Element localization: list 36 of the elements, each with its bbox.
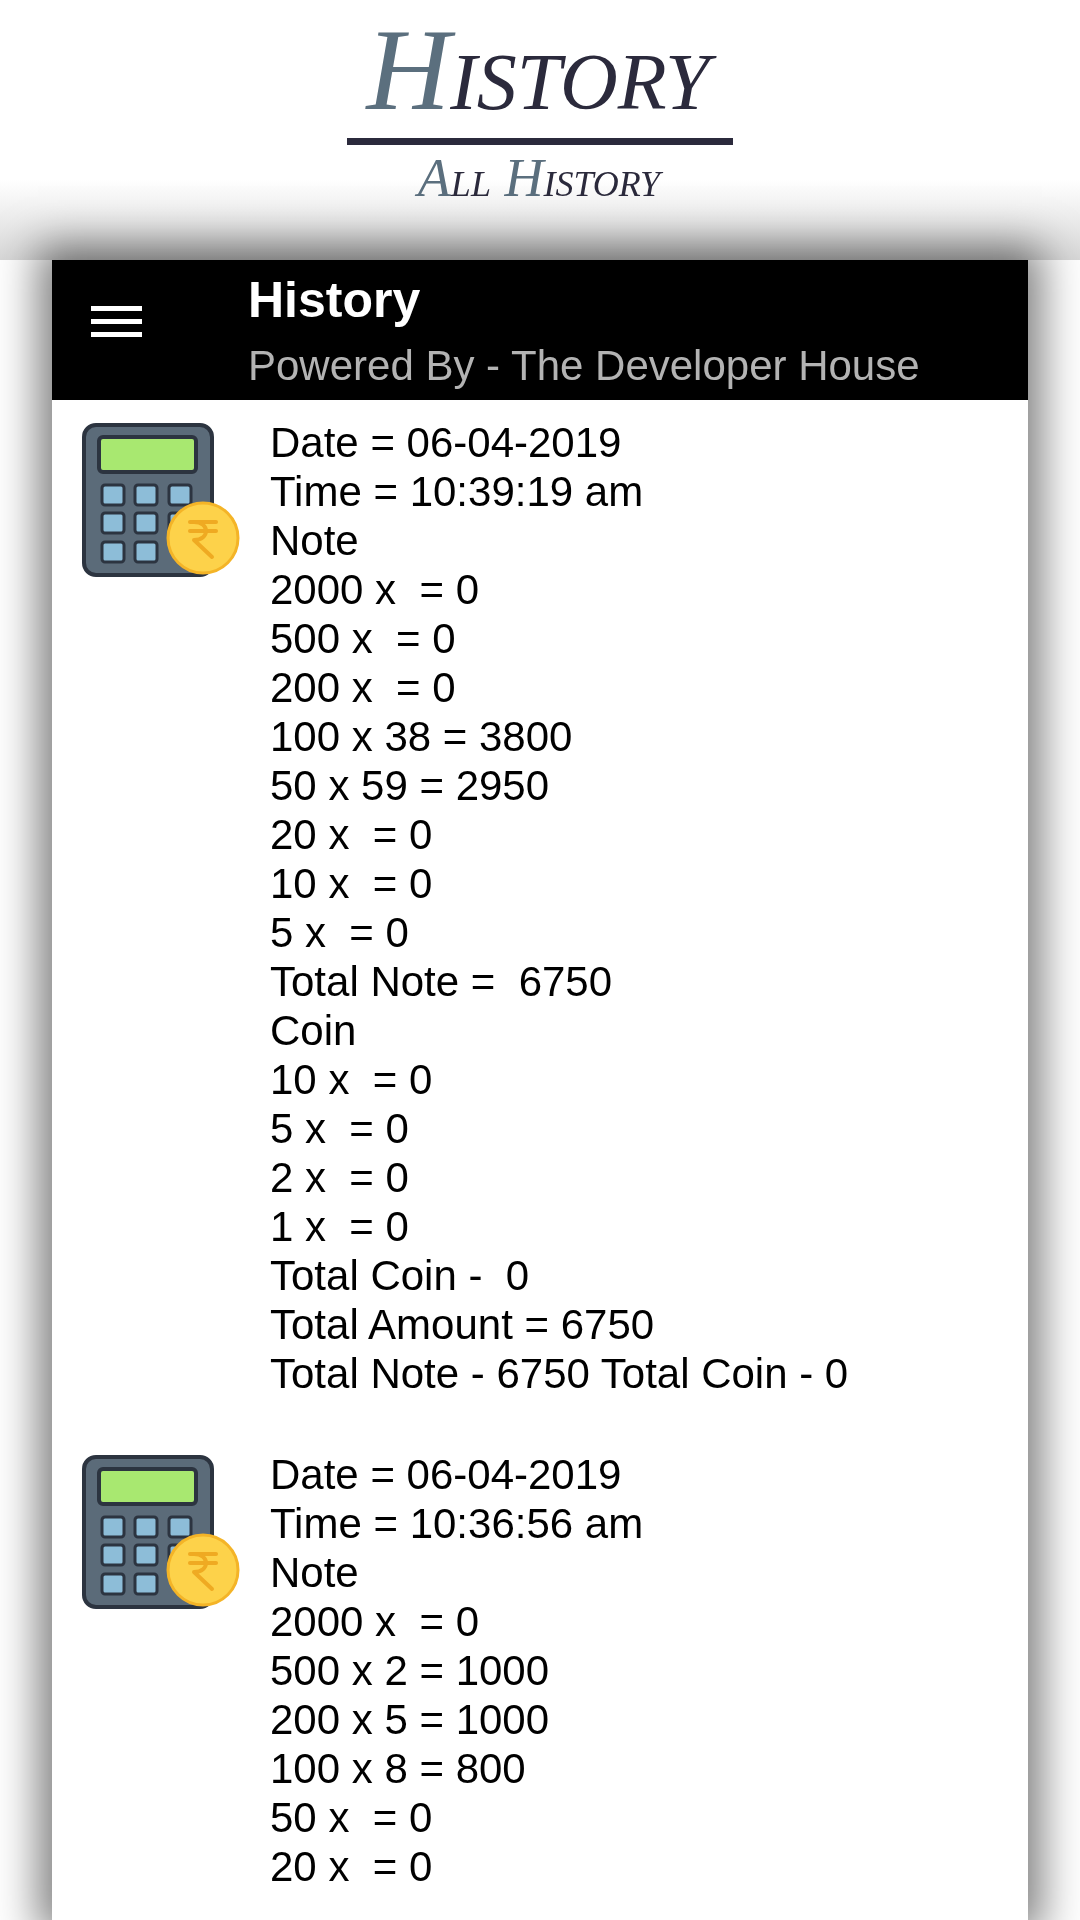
page-subtitle: ALL HISTORY [414, 147, 664, 210]
section-heading: Coin [270, 1006, 357, 1055]
denomination-line: 50 x = 0 [270, 1793, 433, 1842]
time-text: Time = 10:36:56 am [270, 1499, 644, 1548]
total-text: Total Coin - 0 [270, 1251, 530, 1300]
denomination-line: 500 x 2 = 1000 [270, 1646, 550, 1695]
date-text: Date = 06-04-2019 [270, 1450, 622, 1499]
denomination-line: 500 x = 0 [270, 614, 456, 663]
denomination-line: 100 x 38 = 3800 [270, 712, 573, 761]
calculator-coin-icon [82, 423, 240, 577]
denomination-line: 2000 x = 0 [270, 1597, 479, 1646]
time-text: Time = 10:39:19 am [270, 467, 644, 516]
menu-icon[interactable] [91, 306, 142, 337]
denomination-line: 10 x = 0 [270, 859, 433, 908]
denomination-line: 20 x = 0 [270, 1842, 433, 1891]
denomination-line: 20 x = 0 [270, 810, 433, 859]
calculator-coin-icon [82, 1455, 240, 1609]
denomination-line: 100 x 8 = 800 [270, 1744, 526, 1793]
denomination-line: 10 x = 0 [270, 1055, 433, 1104]
denomination-line: 2000 x = 0 [270, 565, 479, 614]
date-text: Date = 06-04-2019 [270, 418, 622, 467]
denomination-line: 1 x = 0 [270, 1202, 409, 1251]
section-heading: Note [270, 1548, 359, 1597]
denomination-line: 5 x = 0 [270, 908, 409, 957]
app-bar-title: History [248, 272, 421, 328]
total-text: Total Amount = 6750 [270, 1300, 655, 1349]
app-bar-subtitle: Powered By - The Developer House [248, 342, 920, 390]
denomination-line: 5 x = 0 [270, 1104, 409, 1153]
denomination-line: 50 x 59 = 2950 [270, 761, 550, 810]
page-title: HISTORY [356, 2, 724, 138]
summary-text: Total Note - 6750 Total Coin - 0 [270, 1349, 849, 1398]
denomination-line: 2 x = 0 [270, 1153, 409, 1202]
section-heading: Note [270, 516, 359, 565]
total-text: Total Note = 6750 [270, 957, 613, 1006]
denomination-line: 200 x 5 = 1000 [270, 1695, 550, 1744]
denomination-line: 200 x = 0 [270, 663, 456, 712]
